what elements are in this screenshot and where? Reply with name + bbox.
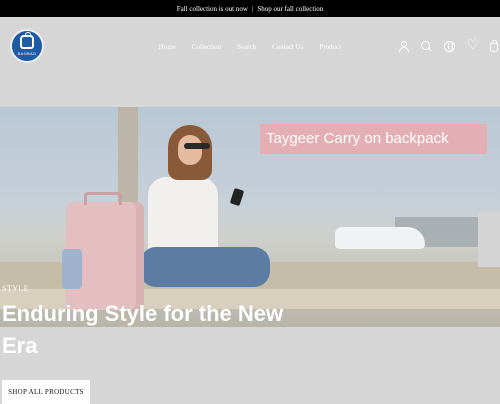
hero-banner: Taygeer Carry on backpack — [260, 124, 487, 154]
announcement-left-link[interactable]: Fall collection is out now — [177, 5, 248, 13]
model-torso — [148, 177, 218, 252]
shop-all-products-button[interactable]: SHOP ALL PRODUCTS — [2, 380, 90, 404]
user-icon[interactable] — [398, 41, 409, 52]
hero-headline: Enduring Style for the New Era — [2, 301, 284, 358]
nav-item-product[interactable]: Product — [319, 43, 341, 51]
announcement-bar: Fall collection is out now | Shop our fa… — [0, 0, 500, 17]
sunglasses — [184, 143, 210, 149]
logo-text: BAGBAG — [17, 50, 37, 56]
nav-item-collection[interactable]: Collection — [192, 43, 221, 51]
globe-icon[interactable] — [444, 41, 455, 52]
hero-image: Taygeer Carry on backpack — [0, 107, 500, 327]
header-icons — [398, 38, 500, 53]
cart-icon[interactable] — [490, 40, 498, 52]
search-icon[interactable] — [421, 41, 432, 52]
phone — [229, 187, 245, 207]
water-bottle — [62, 249, 82, 289]
nav-item-contact-us[interactable]: Contact Us — [272, 43, 303, 51]
announcement-separator: | — [251, 4, 254, 13]
nav-item-home[interactable]: Home — [159, 43, 176, 51]
site-header: BAGBAG Home Collection Search Contact Us… — [0, 17, 500, 79]
airplane — [335, 227, 425, 249]
model-face — [178, 135, 202, 165]
hero-eyebrow: STYLE — [2, 284, 29, 293]
nav-item-search[interactable]: Search — [237, 43, 256, 51]
model-legs — [140, 247, 270, 287]
terminal-building — [478, 212, 500, 267]
heart-icon[interactable] — [467, 38, 479, 53]
hero-banner-text: Taygeer Carry on backpack — [266, 130, 449, 147]
announcement-right-link[interactable]: Shop our fall collection — [257, 5, 323, 13]
